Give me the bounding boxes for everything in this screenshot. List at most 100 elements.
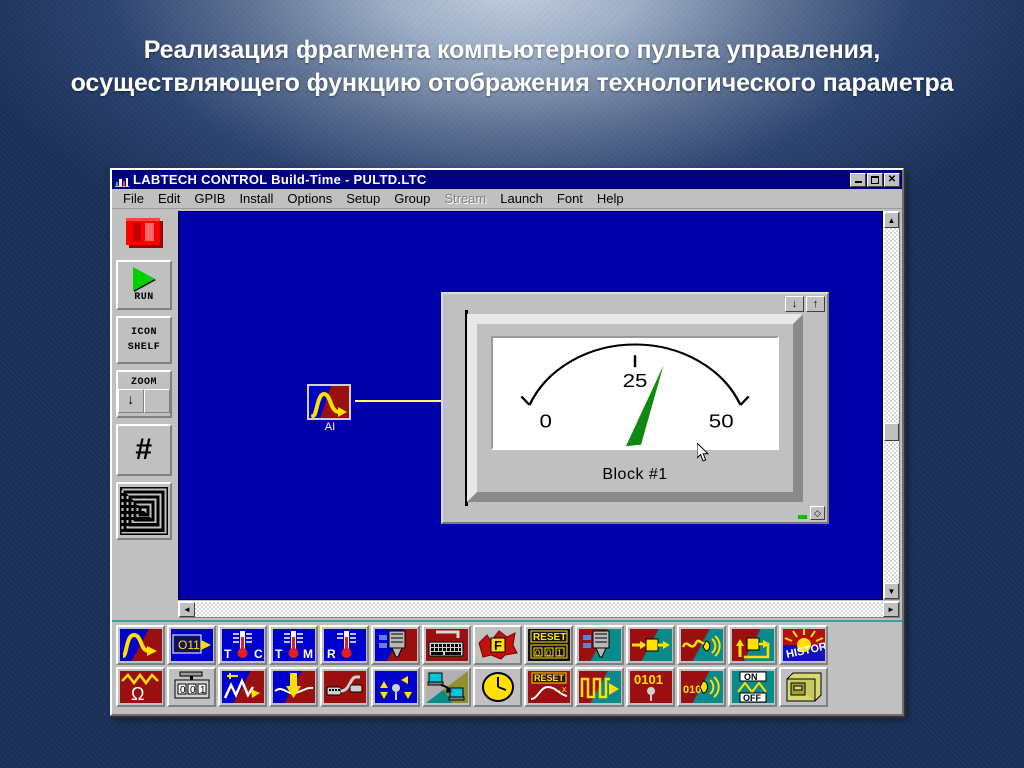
step-down-icon (272, 671, 315, 703)
gauge-display-panel[interactable]: ↓ ↑ 0 25 50 Block #1 ◇ (441, 292, 829, 524)
gauge-panel-buttons: ↓ ↑ (785, 296, 825, 312)
palette-waveform-generator[interactable] (218, 667, 267, 707)
scroll-left-button[interactable]: ◄ (179, 602, 195, 617)
palette-ohm-resistance[interactable]: Ω (116, 667, 165, 707)
svg-text:F: F (494, 638, 502, 653)
palette-on-off-switch[interactable]: ON OFF (728, 667, 777, 707)
menu-help[interactable]: Help (590, 190, 631, 207)
palette-sensor-probe[interactable] (371, 625, 420, 665)
pressure-sensor-icon (323, 671, 366, 703)
palette-binary-output[interactable]: 0101 (626, 667, 675, 707)
palette-alarm-wave[interactable] (677, 625, 726, 665)
icon-shelf-button[interactable]: ICON SHELF (116, 316, 172, 364)
stop-button[interactable] (116, 212, 172, 254)
svg-text:1: 1 (200, 685, 206, 696)
labtech-control-window: LABTECH CONTROL Build-Time - PULTD.LTC ✕… (110, 168, 904, 716)
scroll-down-button[interactable]: ▼ (884, 583, 899, 599)
palette-thermocouple-c[interactable]: TC (218, 625, 267, 665)
palette-pass-through[interactable] (626, 625, 675, 665)
rtd-icon: R (323, 629, 366, 661)
svg-text:Ω: Ω (131, 684, 144, 703)
window-controls: ✕ (850, 172, 900, 187)
palette-trigger-box[interactable] (728, 625, 777, 665)
svg-text:50: 50 (709, 411, 734, 432)
vertical-scrollbar[interactable]: ▲ ▼ (883, 211, 900, 600)
vertical-scroll-thumb[interactable] (884, 423, 899, 442)
palette-function-block[interactable]: F (473, 625, 522, 665)
menu-gpib[interactable]: GPIB (187, 190, 232, 207)
svg-text:010: 010 (683, 684, 701, 696)
design-canvas[interactable]: AI ↓ ↑ 0 25 50 Block #1 ◇ (178, 211, 883, 600)
svg-text:0: 0 (180, 685, 186, 696)
palette-reset-curve[interactable]: RESET ←x (524, 667, 573, 707)
palette-clock-timer[interactable] (473, 667, 522, 707)
svg-text:0101: 0101 (634, 672, 663, 687)
menu-setup[interactable]: Setup (339, 190, 387, 207)
sensor-probe-icon (374, 629, 417, 661)
scroll-right-button[interactable]: ► (883, 602, 899, 617)
palette-scale-counter[interactable]: 001 (167, 667, 216, 707)
zoom-out-button[interactable]: ↓ (118, 389, 144, 413)
palette-network-transfer[interactable] (422, 667, 471, 707)
send-to-back-button[interactable]: ↓ (785, 296, 804, 312)
svg-text:O11: O11 (178, 638, 200, 652)
ai-block[interactable]: AI (307, 384, 353, 433)
keyboard-input-icon (425, 629, 468, 661)
palette-rtd[interactable]: R (320, 625, 369, 665)
palette-digital-input[interactable]: O11 (167, 625, 216, 665)
svg-text:ON: ON (744, 672, 758, 682)
svg-text:OFF: OFF (743, 693, 761, 703)
resize-grip[interactable]: ◇ (810, 506, 825, 520)
menu-group[interactable]: Group (387, 190, 437, 207)
palette-step-down[interactable] (269, 667, 318, 707)
palette-four-way-switch[interactable] (371, 667, 420, 707)
palette-digital-alarm[interactable]: 010 (677, 667, 726, 707)
horizontal-scroll-track[interactable] (195, 602, 883, 617)
svg-text:1: 1 (557, 648, 562, 658)
left-toolbar: RUN ICON SHELF ZOOM ↓ # (112, 209, 178, 620)
maximize-button[interactable] (867, 172, 883, 187)
svg-text:M: M (303, 647, 313, 661)
palette-row-1: O11 TC TM R F RESET 0 0 1 HISTORY (116, 625, 898, 665)
close-button[interactable]: ✕ (884, 172, 900, 187)
device-output-icon (578, 629, 621, 661)
palette-pulse-train[interactable] (575, 667, 624, 707)
menubar: File Edit GPIB Install Options Setup Gro… (112, 189, 902, 209)
menu-launch[interactable]: Launch (493, 190, 550, 207)
gauge-bezel: 0 25 50 Block #1 (467, 314, 803, 502)
ai-block-label: AI (324, 421, 336, 433)
menu-install[interactable]: Install (232, 190, 280, 207)
window-titlebar[interactable]: LABTECH CONTROL Build-Time - PULTD.LTC ✕ (112, 170, 902, 189)
palette-file-archive[interactable] (779, 667, 828, 707)
svg-text:0: 0 (535, 648, 540, 658)
palette-pressure-sensor[interactable] (320, 667, 369, 707)
bring-to-front-button[interactable]: ↑ (806, 296, 825, 312)
gauge-block-label: Block #1 (602, 466, 668, 483)
minimize-button[interactable] (850, 172, 866, 187)
menu-font[interactable]: Font (550, 190, 590, 207)
labtech-icon (115, 173, 129, 187)
binary-output-icon: 0101 (629, 671, 672, 703)
palette-device-output[interactable] (575, 625, 624, 665)
svg-text:0: 0 (540, 411, 552, 432)
layers-button[interactable] (116, 482, 172, 540)
vertical-scroll-track[interactable] (884, 228, 899, 583)
palette-thermocouple-m[interactable]: TM (269, 625, 318, 665)
palette-history-sunrise[interactable]: HISTORY (779, 625, 828, 665)
grid-button[interactable]: # (116, 424, 172, 476)
svg-text:T: T (275, 647, 283, 661)
scroll-up-button[interactable]: ▲ (884, 212, 899, 228)
menu-edit[interactable]: Edit (151, 190, 187, 207)
palette-keyboard-input[interactable] (422, 625, 471, 665)
run-button[interactable]: RUN (116, 260, 172, 310)
palette-reset-counter[interactable]: RESET 0 0 1 (524, 625, 573, 665)
svg-text:0: 0 (546, 648, 551, 658)
menu-file[interactable]: File (116, 190, 151, 207)
hash-icon: # (135, 433, 153, 466)
palette-analog-input[interactable] (116, 625, 165, 665)
zoom-in-button[interactable] (144, 389, 170, 413)
menu-options[interactable]: Options (280, 190, 339, 207)
horizontal-scrollbar[interactable]: ◄ ► (178, 601, 900, 618)
gauge-svg: 0 25 50 (520, 343, 750, 447)
run-label: RUN (134, 292, 154, 303)
